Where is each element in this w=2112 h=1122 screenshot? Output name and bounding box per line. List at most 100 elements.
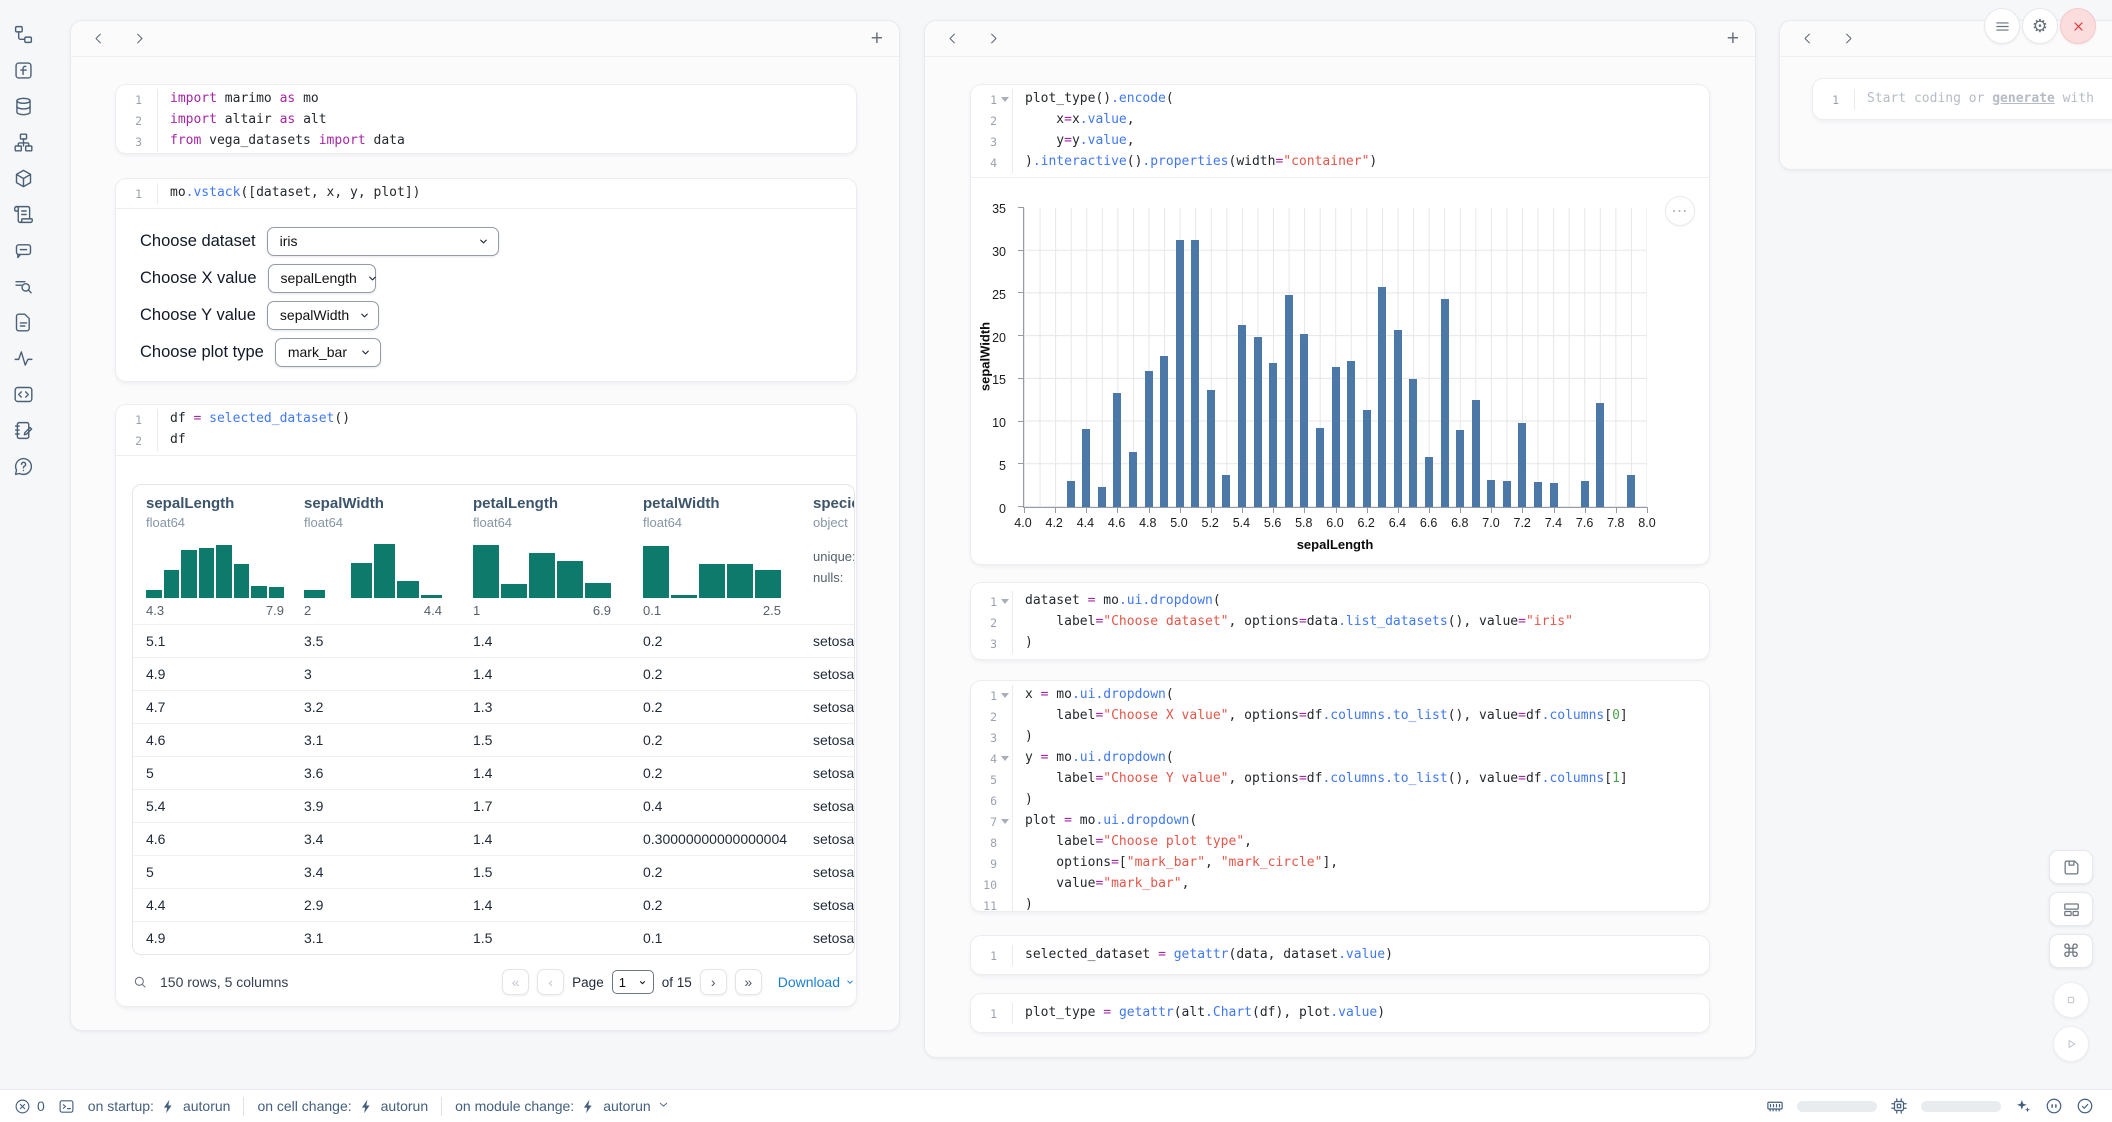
script-icon[interactable]: [13, 204, 34, 225]
on-cell-change-setting[interactable]: on cell change: autorun: [257, 1098, 428, 1115]
code-line[interactable]: 1import marimo as mo: [116, 89, 856, 110]
code-content[interactable]: plot_type().encode(: [1012, 89, 1709, 110]
code-content[interactable]: y = mo.ui.dropdown(: [1012, 748, 1709, 769]
dropdown-select[interactable]: iris: [267, 227, 499, 256]
table-row[interactable]: 4.42.91.40.2setosa: [133, 888, 854, 921]
code-cell-dataset-dropdown[interactable]: 1dataset = mo.ui.dropdown(2 label="Choos…: [971, 583, 1709, 659]
close-button[interactable]: [2060, 8, 2096, 44]
search-icon[interactable]: [132, 974, 148, 990]
table-row[interactable]: 4.93.11.50.1setosa: [133, 921, 854, 954]
collapse-right-icon[interactable]: [132, 31, 147, 46]
code-content[interactable]: y=y.value,: [1012, 131, 1709, 152]
code-content[interactable]: x=x.value,: [1012, 110, 1709, 131]
code-line[interactable]: 10 value="mark_bar",: [971, 874, 1709, 895]
search-list-icon[interactable]: [13, 276, 34, 297]
collapse-left-icon[interactable]: [91, 31, 106, 46]
table-row[interactable]: 5.13.51.40.2setosa: [133, 624, 854, 657]
code-content[interactable]: import marimo as mo: [157, 89, 856, 110]
code-cell-xy-dropdowns[interactable]: 1x = mo.ui.dropdown(2 label="Choose X va…: [971, 681, 1709, 911]
code-line[interactable]: 5 label="Choose Y value", options=df.col…: [971, 769, 1709, 790]
code-line[interactable]: 1x = mo.ui.dropdown(: [971, 685, 1709, 706]
next-page-button[interactable]: ›: [700, 969, 727, 995]
code-line[interactable]: 2df: [116, 430, 856, 451]
add-column-button[interactable]: +: [871, 28, 883, 49]
code-line[interactable]: 1selected_dataset = getattr(data, datase…: [971, 945, 1709, 966]
code-content[interactable]: value="mark_bar",: [1012, 874, 1709, 895]
code-content[interactable]: df = selected_dataset(): [157, 409, 856, 430]
activity-icon[interactable]: [13, 348, 34, 369]
collapse-right-icon[interactable]: [1841, 31, 1856, 46]
code-content[interactable]: import altair as alt: [157, 110, 856, 131]
prev-page-button[interactable]: ‹: [537, 969, 564, 995]
code-content[interactable]: ): [1012, 633, 1709, 654]
code-cell-dataframe[interactable]: 1df = selected_dataset()2df sepalLengthf…: [116, 405, 856, 1006]
code-line[interactable]: 3): [971, 633, 1709, 654]
code-cell-selected-dataset[interactable]: 1selected_dataset = getattr(data, datase…: [971, 936, 1709, 974]
code-line[interactable]: 2 label="Choose dataset", options=data.l…: [971, 612, 1709, 633]
code-line[interactable]: 8 label="Choose plot type",: [971, 832, 1709, 853]
code-content[interactable]: label="Choose plot type",: [1012, 832, 1709, 853]
code-content[interactable]: plot = mo.ui.dropdown(: [1012, 811, 1709, 832]
code-line[interactable]: 1mo.vstack([dataset, x, y, plot]): [116, 183, 856, 204]
table-row[interactable]: 5.43.91.70.4setosa: [133, 789, 854, 822]
stop-button[interactable]: [2053, 982, 2089, 1018]
table-row[interactable]: 4.63.41.40.30000000000000004setosa: [133, 822, 854, 855]
code-content[interactable]: from vega_datasets import data: [157, 131, 856, 152]
code-line[interactable]: 2 label="Choose X value", options=df.col…: [971, 706, 1709, 727]
terminal-button[interactable]: [58, 1098, 75, 1115]
code-line[interactable]: 1dataset = mo.ui.dropdown(: [971, 591, 1709, 612]
download-button[interactable]: Download: [778, 974, 855, 990]
code-line[interactable]: 4y = mo.ui.dropdown(: [971, 748, 1709, 769]
menu-button[interactable]: [1984, 8, 2020, 44]
code-cell-plot[interactable]: 1plot_type().encode(2 x=x.value,3 y=y.va…: [971, 85, 1709, 564]
collapse-left-icon[interactable]: [1800, 31, 1815, 46]
column-header[interactable]: sepalLengthfloat644.37.9: [133, 485, 291, 624]
table-row[interactable]: 4.73.21.30.2setosa: [133, 690, 854, 723]
code-content[interactable]: mo.vstack([dataset, x, y, plot]): [157, 183, 856, 204]
code-content[interactable]: ): [1012, 727, 1709, 748]
snippets-icon[interactable]: [13, 384, 34, 405]
code-line[interactable]: 11): [971, 895, 1709, 911]
code-content[interactable]: label="Choose Y value", options=df.colum…: [1012, 769, 1709, 790]
function-icon[interactable]: [13, 60, 34, 81]
scratchpad-icon[interactable]: [13, 420, 34, 441]
table-row[interactable]: 53.61.40.2setosa: [133, 756, 854, 789]
code-cell-vstack[interactable]: 1mo.vstack([dataset, x, y, plot]) Choose…: [116, 179, 856, 381]
column-header[interactable]: speciesobjectunique:nulls:: [800, 485, 855, 624]
help-icon[interactable]: [13, 456, 34, 477]
file-tree-icon[interactable]: [13, 24, 34, 45]
plot-area[interactable]: [1023, 208, 1647, 508]
code-line[interactable]: 2 x=x.value,: [971, 110, 1709, 131]
last-page-button[interactable]: »: [735, 969, 762, 995]
on-module-change-setting[interactable]: on module change: autorun: [455, 1098, 670, 1115]
code-line[interactable]: 3 y=y.value,: [971, 131, 1709, 152]
settings-gear-button[interactable]: ⚙: [2022, 8, 2058, 44]
on-startup-setting[interactable]: on startup: autorun: [88, 1098, 231, 1115]
code-line[interactable]: 1df = selected_dataset(): [116, 409, 856, 430]
save-button[interactable]: [2049, 850, 2093, 884]
first-page-button[interactable]: «: [502, 969, 529, 995]
code-line[interactable]: 1plot_type = getattr(alt.Chart(df), plot…: [971, 1003, 1709, 1024]
dropdown-select[interactable]: mark_bar: [275, 338, 381, 367]
table-row[interactable]: 53.41.50.2setosa: [133, 855, 854, 888]
network-icon[interactable]: [13, 132, 34, 153]
code-line[interactable]: 6): [971, 790, 1709, 811]
column-header[interactable]: petalWidthfloat640.12.5: [630, 485, 800, 624]
table-row[interactable]: 4.63.11.50.2setosa: [133, 723, 854, 756]
code-cell-plot-type[interactable]: 1plot_type = getattr(alt.Chart(df), plot…: [971, 994, 1709, 1032]
chart-menu-button[interactable]: ⋯: [1665, 196, 1695, 226]
column-header[interactable]: petalLengthfloat6416.9: [460, 485, 630, 624]
code-content[interactable]: selected_dataset = getattr(data, dataset…: [1012, 945, 1709, 966]
code-content[interactable]: dataset = mo.ui.dropdown(: [1012, 591, 1709, 612]
code-content[interactable]: label="Choose X value", options=df.colum…: [1012, 706, 1709, 727]
dropdown-select[interactable]: sepalWidth: [267, 301, 379, 330]
document-icon[interactable]: [13, 312, 34, 333]
code-content[interactable]: x = mo.ui.dropdown(: [1012, 685, 1709, 706]
code-line[interactable]: 1Start coding or generate with: [1813, 89, 2112, 110]
code-cell-imports[interactable]: 1import marimo as mo2import altair as al…: [116, 85, 856, 153]
code-content[interactable]: df: [157, 430, 856, 451]
code-content[interactable]: ): [1012, 895, 1709, 911]
collapse-left-icon[interactable]: [945, 31, 960, 46]
code-line[interactable]: 3): [971, 727, 1709, 748]
copilot-icon[interactable]: [2045, 1097, 2063, 1115]
